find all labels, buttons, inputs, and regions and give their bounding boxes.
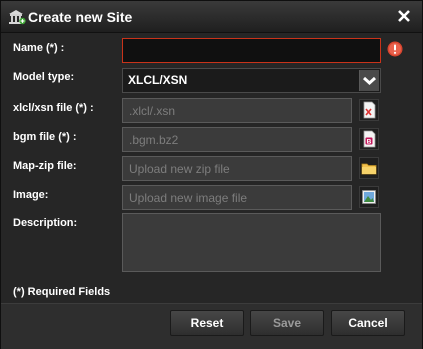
- cancel-button[interactable]: Cancel: [331, 310, 405, 336]
- folder-icon[interactable]: [359, 157, 379, 179]
- xlcl-file-input[interactable]: [122, 98, 352, 123]
- image-label: Image:: [13, 189, 49, 201]
- model-type-label: Model type:: [13, 71, 75, 83]
- model-type-select[interactable]: XLCL/XSN: [122, 68, 381, 93]
- error-icon: [387, 41, 403, 57]
- dialog-footer: Reset Save Cancel: [1, 303, 422, 349]
- xlcl-file-label: xlcl/xsn file (*) :: [13, 102, 94, 114]
- map-zip-label: Map-zip file:: [13, 160, 77, 172]
- bgm-file-label: bgm file (*) :: [13, 131, 77, 143]
- close-icon: [398, 10, 410, 22]
- close-button[interactable]: [395, 6, 413, 26]
- reset-button[interactable]: Reset: [170, 310, 244, 336]
- building-add-icon: [8, 9, 26, 25]
- description-textarea[interactable]: [122, 213, 381, 272]
- model-type-value: XLCL/XSN: [128, 73, 188, 87]
- dialog-titlebar: Create new Site: [1, 1, 422, 33]
- name-label: Name (*) :: [13, 42, 65, 54]
- name-input[interactable]: [122, 38, 381, 63]
- bgm-file-input[interactable]: [122, 127, 352, 152]
- required-fields-note: (*) Required Fields: [13, 286, 111, 298]
- chevron-down-icon[interactable]: [359, 70, 379, 91]
- map-zip-input[interactable]: [122, 156, 352, 181]
- svg-text:B: B: [367, 138, 372, 145]
- image-icon[interactable]: [359, 186, 379, 208]
- description-label: Description:: [13, 217, 78, 229]
- dialog-title: Create new Site: [28, 9, 133, 25]
- xlcl-file-icon[interactable]: [359, 99, 379, 121]
- image-input[interactable]: [122, 185, 352, 210]
- save-button[interactable]: Save: [250, 310, 324, 336]
- bgm-file-icon[interactable]: B: [359, 128, 379, 150]
- create-site-dialog: Create new Site Name (*) : Model type: X…: [0, 0, 423, 349]
